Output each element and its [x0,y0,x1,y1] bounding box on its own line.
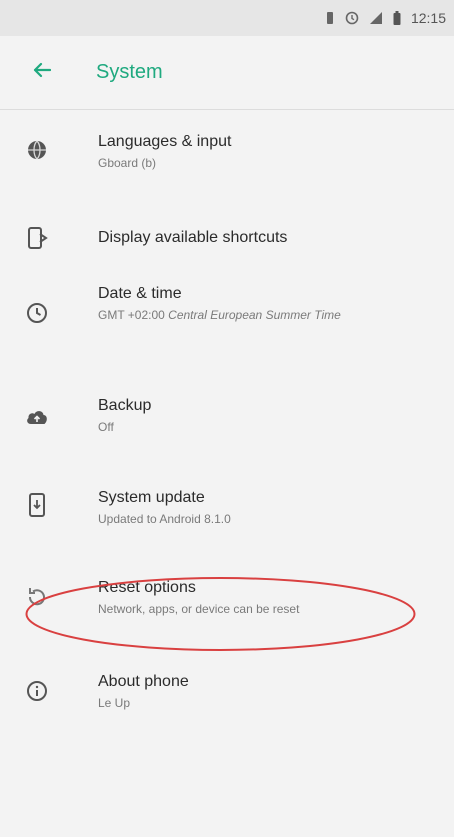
setting-backup[interactable]: Backup Off [0,378,454,470]
settings-list: Languages & input Gboard (b) Display ava… [0,110,454,746]
setting-subtitle: Network, apps, or device can be reset [98,602,300,616]
info-icon [24,678,50,704]
setting-text: Languages & input Gboard (b) [98,132,261,172]
setting-title: Reset options [98,579,196,596]
setting-languages-input[interactable]: Languages & input Gboard (b) [0,110,454,202]
timezone-name: Central European Summer Time [168,308,341,322]
status-time: 12:15 [410,10,446,26]
setting-title: About phone [98,673,189,690]
status-icons: 12:15 [325,10,446,26]
setting-subtitle: Updated to Android 8.1.0 [98,512,231,526]
setting-text: Display available shortcuts [98,228,317,248]
arrow-back-icon [33,62,52,83]
setting-display-shortcuts[interactable]: Display available shortcuts [0,202,454,264]
setting-title: System update [98,489,205,506]
vibrate-icon [325,11,335,25]
shortcut-icon [24,225,50,251]
setting-title: Date & time [98,285,182,302]
battery-icon [393,11,401,25]
clock-icon [24,300,50,326]
setting-subtitle: GMT +02:00 Central European Summer Time [98,307,341,324]
status-bar: 12:15 [0,0,454,36]
setting-text: System update Updated to Android 8.1.0 [98,488,261,528]
reset-icon [24,584,50,610]
app-bar: System [0,36,454,110]
page-title: System [96,61,163,83]
setting-text: About phone Le Up [98,672,219,712]
signal-icon [369,11,383,25]
setting-system-update[interactable]: System update Updated to Android 8.1.0 [0,470,454,562]
system-update-icon [24,492,50,518]
setting-subtitle: Le Up [98,696,131,710]
setting-reset-options[interactable]: Reset options Network, apps, or device c… [0,562,454,654]
setting-title: Display available shortcuts [98,229,288,246]
setting-title: Backup [98,397,152,414]
setting-about-phone[interactable]: About phone Le Up [0,654,454,746]
setting-date-time[interactable]: Date & time GMT +02:00 Central European … [0,264,454,378]
cloud-upload-icon [24,404,50,430]
globe-icon [24,137,50,163]
setting-title: Languages & input [98,133,232,150]
setting-subtitle: Off [98,420,114,434]
alarm-icon [345,11,359,25]
setting-subtitle: Gboard (b) [98,156,157,170]
timezone-offset: GMT +02:00 [98,308,165,322]
back-button[interactable] [24,55,60,91]
setting-text: Reset options Network, apps, or device c… [98,578,329,618]
setting-text: Backup Off [98,396,181,436]
setting-text: Date & time GMT +02:00 Central European … [98,284,371,324]
